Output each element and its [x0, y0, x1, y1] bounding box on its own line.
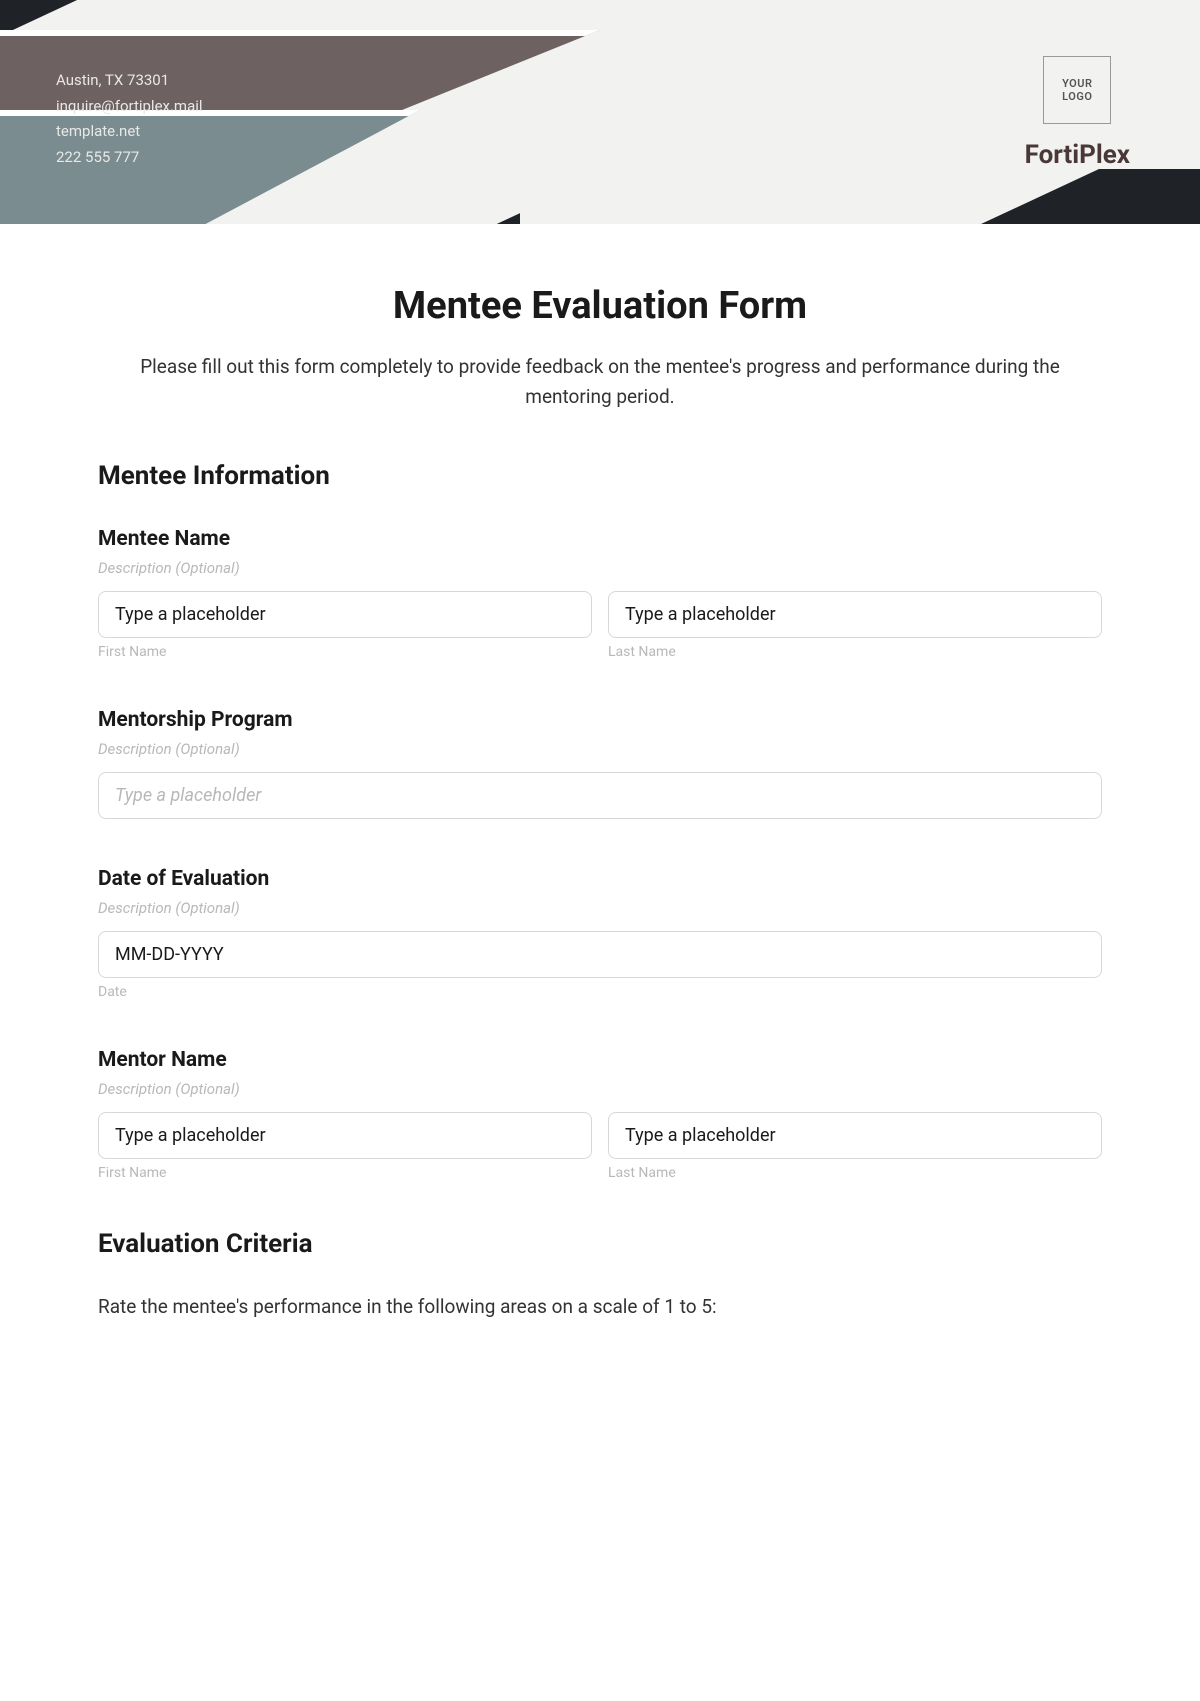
section-evaluation-criteria: Evaluation Criteria [98, 1229, 1102, 1259]
mentor-last-name-input[interactable]: Type a placeholder [608, 1112, 1102, 1159]
mentor-name-desc: Description (Optional) [98, 1080, 1102, 1098]
field-mentee-name: Mentee Name Description (Optional) Type … [98, 527, 1102, 660]
mentor-last-name-sublabel: Last Name [608, 1165, 1102, 1181]
criteria-text: Rate the mentee's performance in the fol… [98, 1295, 1102, 1318]
mentee-first-name-input[interactable]: Type a placeholder [98, 591, 592, 638]
date-desc: Description (Optional) [98, 899, 1102, 917]
mentee-first-name-sublabel: First Name [98, 644, 592, 660]
mentee-last-name-sublabel: Last Name [608, 644, 1102, 660]
logo-area: YOURLOGO FortiPlex [1025, 56, 1130, 170]
mentor-name-label: Mentor Name [98, 1048, 1102, 1072]
mentee-last-name-input[interactable]: Type a placeholder [608, 591, 1102, 638]
field-date-evaluation: Date of Evaluation Description (Optional… [98, 867, 1102, 1000]
program-input[interactable]: Type a placeholder [98, 772, 1102, 819]
logo-placeholder: YOURLOGO [1043, 56, 1111, 124]
contact-phone: 222 555 777 [56, 145, 203, 171]
form-content: Mentee Evaluation Form Please fill out t… [0, 224, 1200, 1358]
date-sublabel: Date [98, 984, 1102, 1000]
mentor-first-name-sublabel: First Name [98, 1165, 592, 1181]
form-intro: Please fill out this form completely to … [98, 352, 1102, 413]
company-name: FortiPlex [1025, 140, 1130, 170]
mentee-name-desc: Description (Optional) [98, 559, 1102, 577]
page-header: Austin, TX 73301 inquire@fortiplex.mail … [0, 0, 1200, 224]
form-title: Mentee Evaluation Form [98, 284, 1102, 328]
program-label: Mentorship Program [98, 708, 1102, 732]
contact-website: template.net [56, 119, 203, 145]
mentee-name-label: Mentee Name [98, 527, 1102, 551]
section-mentee-info: Mentee Information [98, 461, 1102, 491]
contact-email: inquire@fortiplex.mail [56, 94, 203, 120]
date-input[interactable]: MM-DD-YYYY [98, 931, 1102, 978]
field-mentorship-program: Mentorship Program Description (Optional… [98, 708, 1102, 819]
field-mentor-name: Mentor Name Description (Optional) Type … [98, 1048, 1102, 1181]
contact-block: Austin, TX 73301 inquire@fortiplex.mail … [56, 68, 203, 170]
header-shape [981, 169, 1200, 224]
contact-address: Austin, TX 73301 [56, 68, 203, 94]
mentor-first-name-input[interactable]: Type a placeholder [98, 1112, 592, 1159]
date-label: Date of Evaluation [98, 867, 1102, 891]
program-desc: Description (Optional) [98, 740, 1102, 758]
